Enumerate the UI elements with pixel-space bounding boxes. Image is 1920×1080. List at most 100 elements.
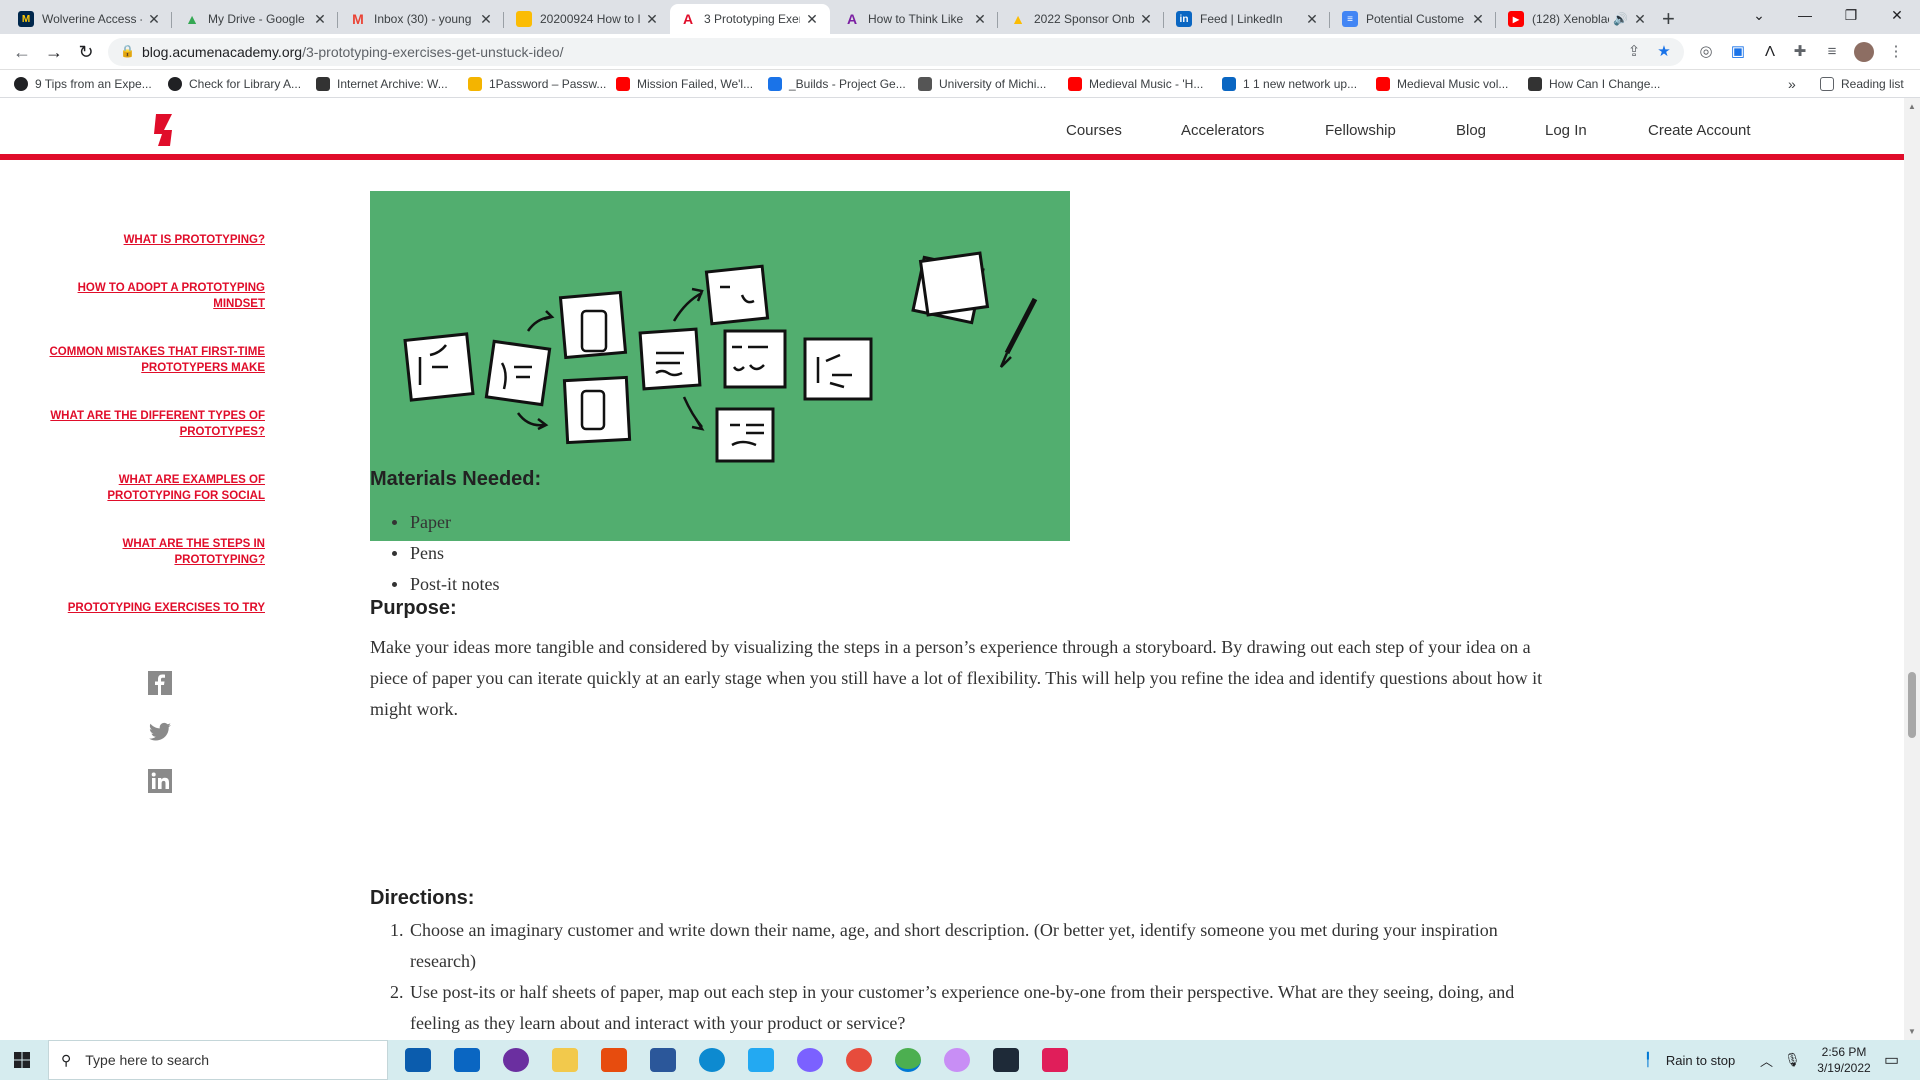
close-icon[interactable]: ✕ bbox=[1470, 11, 1486, 28]
page-scrollbar[interactable]: ▲ ▼ bbox=[1904, 98, 1920, 1040]
close-window-button[interactable]: ✕ bbox=[1874, 0, 1920, 30]
reading-list-button[interactable]: Reading list bbox=[1820, 75, 1904, 93]
nav-log-in[interactable]: Log In bbox=[1545, 122, 1587, 139]
menu-icon[interactable]: ⋮ bbox=[1886, 42, 1906, 62]
linkedin-icon[interactable] bbox=[148, 769, 172, 793]
back-button[interactable]: ← bbox=[10, 40, 34, 64]
nav-accelerators[interactable]: Accelerators bbox=[1181, 122, 1264, 139]
close-icon[interactable]: ✕ bbox=[478, 11, 494, 28]
windows-start-icon[interactable] bbox=[14, 1052, 30, 1068]
toc-steps-in-prototyping[interactable]: WHAT ARE THE STEPS IN PROTOTYPING? bbox=[35, 536, 265, 568]
weather-widget[interactable]: ╿ Rain to stop bbox=[1644, 1040, 1735, 1080]
bookmark-item[interactable]: Mission Failed, We'l... bbox=[616, 75, 753, 93]
media-control-icon[interactable]: ≡ bbox=[1822, 42, 1842, 62]
chrome-app-icon[interactable] bbox=[895, 1048, 921, 1072]
extension-icon[interactable]: Λ bbox=[1760, 42, 1780, 62]
bookmark-item[interactable]: Internet Archive: W... bbox=[316, 75, 448, 93]
bookmark-item[interactable]: Check for Library A... bbox=[168, 75, 301, 93]
scrollbar-thumb[interactable] bbox=[1908, 672, 1916, 738]
bookmark-item[interactable]: How Can I Change... bbox=[1528, 75, 1660, 93]
puzzle-icon[interactable]: ✚ bbox=[1790, 42, 1810, 62]
forward-button[interactable]: → bbox=[42, 40, 66, 64]
directions-heading: Directions: bbox=[370, 887, 475, 909]
extension-icon[interactable]: ▣ bbox=[1728, 42, 1748, 62]
bookmarks-bar: 9 Tips from an Expe... Check for Library… bbox=[0, 70, 1920, 98]
taskbar-search[interactable]: ⚲ Type here to search bbox=[48, 1040, 388, 1080]
drive-icon: ▲ bbox=[185, 11, 199, 27]
bookmark-item[interactable]: 9 Tips from an Expe... bbox=[14, 75, 152, 93]
lock-icon[interactable]: 🔒 bbox=[120, 44, 135, 58]
close-icon[interactable]: ✕ bbox=[1304, 11, 1320, 28]
avatar[interactable] bbox=[1854, 42, 1874, 62]
close-icon[interactable]: ✕ bbox=[1138, 11, 1154, 28]
toc-examples-social[interactable]: WHAT ARE EXAMPLES OF PROTOTYPING FOR SOC… bbox=[35, 472, 265, 504]
bookmark-item[interactable]: _Builds - Project Ge... bbox=[768, 75, 906, 93]
nav-blog[interactable]: Blog bbox=[1456, 122, 1486, 139]
toc-what-is-prototyping[interactable]: WHAT IS PROTOTYPING? bbox=[35, 232, 265, 248]
bookmark-item[interactable]: 1 1 new network up... bbox=[1222, 75, 1357, 93]
slack-app-icon[interactable] bbox=[1042, 1048, 1068, 1072]
close-icon[interactable]: ✕ bbox=[972, 11, 988, 28]
twitter-icon[interactable] bbox=[148, 720, 172, 744]
edge-app-icon[interactable] bbox=[699, 1048, 725, 1072]
tab-how-to-think[interactable]: A How to Think Like ✕ bbox=[834, 4, 998, 34]
tray-chevron-icon[interactable]: ︿ bbox=[1760, 1040, 1773, 1080]
word-app-icon[interactable] bbox=[650, 1048, 676, 1072]
share-icon[interactable]: ⇪ bbox=[1624, 42, 1644, 62]
scroll-up-icon[interactable]: ▲ bbox=[1908, 102, 1916, 111]
speaker-icon[interactable]: 🔊 bbox=[1613, 12, 1628, 26]
app-icon[interactable] bbox=[797, 1048, 823, 1072]
close-icon[interactable]: ✕ bbox=[804, 11, 820, 28]
terminal-app-icon[interactable] bbox=[993, 1048, 1019, 1072]
itunes-app-icon[interactable] bbox=[944, 1048, 970, 1072]
close-icon[interactable]: ✕ bbox=[312, 11, 328, 28]
bookmark-item[interactable]: 1Password – Passw... bbox=[468, 75, 606, 93]
minimize-button[interactable]: — bbox=[1782, 0, 1828, 30]
bookmark-item[interactable]: University of Michi... bbox=[918, 75, 1046, 93]
toc-prototyping-mindset[interactable]: HOW TO ADOPT A PROTOTYPING MINDSET bbox=[35, 280, 265, 312]
tab-youtube[interactable]: ▶ (128) Xenoblac 🔊 ✕ bbox=[1498, 4, 1658, 34]
toc-exercises-to-try[interactable]: PROTOTYPING EXERCISES TO TRY bbox=[35, 600, 265, 616]
microphone-icon[interactable]: 🎙 bbox=[1784, 1040, 1801, 1080]
tab-sponsor[interactable]: ▲ 2022 Sponsor Onb ✕ bbox=[1000, 4, 1164, 34]
bookmark-item[interactable]: Medieval Music vol... bbox=[1376, 75, 1508, 93]
tab-docs[interactable]: ≡ Potential Custome ✕ bbox=[1332, 4, 1496, 34]
nav-create-account[interactable]: Create Account bbox=[1648, 122, 1751, 139]
facebook-icon[interactable] bbox=[148, 671, 172, 695]
url-text[interactable]: blog.acumenacademy.org/3-prototyping-exe… bbox=[142, 44, 564, 60]
tab-wolverine-access[interactable]: M Wolverine Access - ✕ bbox=[8, 4, 172, 34]
app-icon[interactable] bbox=[503, 1048, 529, 1072]
tab-slides[interactable]: 20200924 How to I ✕ bbox=[506, 4, 670, 34]
close-icon[interactable]: ✕ bbox=[1632, 11, 1648, 28]
tab-prototyping-active[interactable]: A3 Prototyping Exer ✕ bbox=[670, 4, 830, 34]
toc-common-mistakes[interactable]: COMMON MISTAKES THAT FIRST-TIME PROTOTYP… bbox=[35, 344, 265, 376]
toc-types-of-prototypes[interactable]: WHAT ARE THE DIFFERENT TYPES OF PROTOTYP… bbox=[35, 408, 265, 440]
new-tab-button[interactable]: + bbox=[1662, 6, 1675, 32]
close-icon[interactable]: ✕ bbox=[644, 11, 660, 28]
acumen-logo[interactable] bbox=[150, 112, 178, 148]
scroll-down-icon[interactable]: ▼ bbox=[1908, 1027, 1916, 1036]
tab-linkedin[interactable]: in Feed | LinkedIn ✕ bbox=[1166, 4, 1330, 34]
nav-courses[interactable]: Courses bbox=[1066, 122, 1122, 139]
bookmark-star-icon[interactable]: ★ bbox=[1654, 42, 1674, 62]
restore-button[interactable]: ❐ bbox=[1828, 0, 1874, 30]
bookmark-item[interactable]: Medieval Music - 'H... bbox=[1068, 75, 1203, 93]
tab-search-icon[interactable]: ⌄ bbox=[1736, 0, 1782, 30]
more-bookmarks-button[interactable]: » bbox=[1788, 75, 1796, 93]
vscode-app-icon[interactable] bbox=[748, 1048, 774, 1072]
close-icon[interactable]: ✕ bbox=[146, 11, 162, 28]
mail-app-icon[interactable] bbox=[454, 1048, 480, 1072]
nav-fellowship[interactable]: Fellowship bbox=[1325, 122, 1396, 139]
notifications-icon[interactable]: ▭ bbox=[1884, 1040, 1899, 1080]
clock[interactable]: 2:56 PM 3/19/2022 bbox=[1808, 1040, 1880, 1080]
calculator-app-icon[interactable] bbox=[405, 1048, 431, 1072]
address-bar[interactable]: 🔒 blog.acumenacademy.org/3-prototyping-e… bbox=[108, 38, 1684, 66]
file-explorer-icon[interactable] bbox=[552, 1048, 578, 1072]
reload-button[interactable]: ↻ bbox=[74, 40, 98, 64]
office-app-icon[interactable] bbox=[601, 1048, 627, 1072]
browser-toolbar: ← → ↻ 🔒 blog.acumenacademy.org/3-prototy… bbox=[0, 34, 1920, 70]
tab-inbox[interactable]: M Inbox (30) - young ✕ bbox=[340, 4, 504, 34]
extension-icon[interactable]: ◎ bbox=[1696, 42, 1716, 62]
tab-my-drive[interactable]: ▲ My Drive - Google ✕ bbox=[174, 4, 338, 34]
app-icon[interactable] bbox=[846, 1048, 872, 1072]
